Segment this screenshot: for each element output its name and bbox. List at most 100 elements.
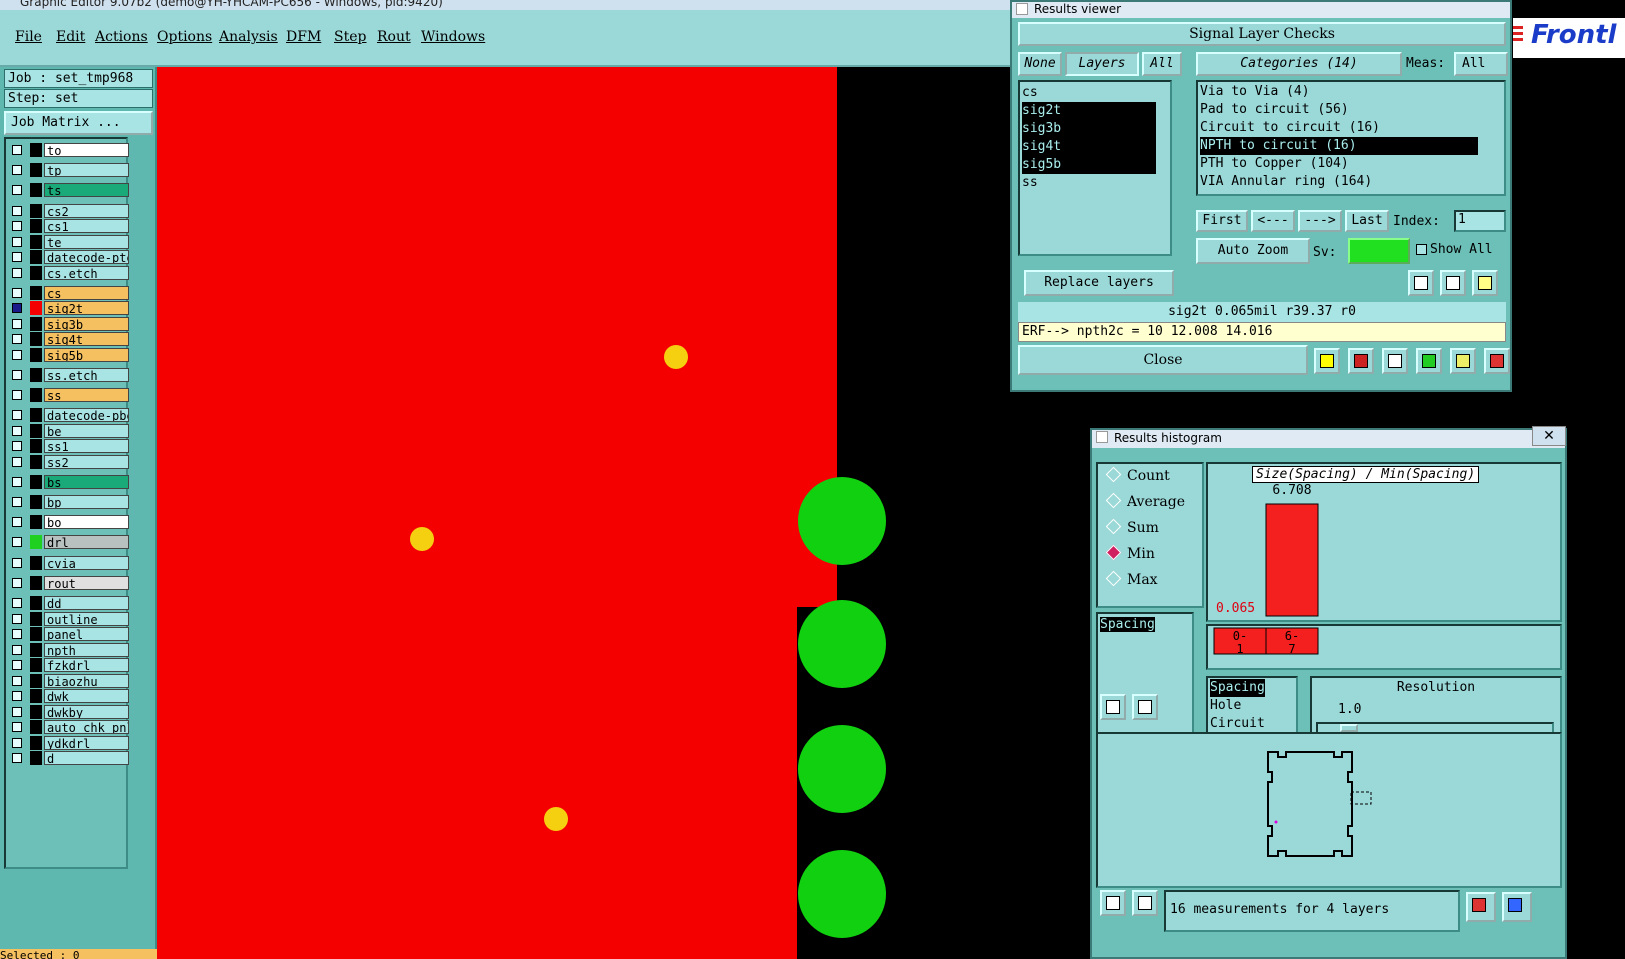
layer-row-be[interactable]: be [10,424,129,438]
menu-step[interactable]: Step [334,29,366,45]
layer-row-tp[interactable]: tp [10,163,129,177]
layer-row-ts[interactable]: ts [10,183,129,197]
layer-color-swatch[interactable] [30,317,42,331]
notes-icon[interactable] [1450,348,1476,374]
type-list-item[interactable]: Spacing [1210,679,1265,697]
board-preview[interactable] [1096,732,1562,888]
layer-checkbox[interactable] [12,660,22,670]
last-button[interactable]: Last [1345,210,1389,232]
layer-checkbox[interactable] [12,237,22,247]
menu-file[interactable]: File [15,29,42,45]
layer-row-dd[interactable]: dd [10,596,129,610]
layer-checkbox[interactable] [12,614,22,624]
type-list-item[interactable]: Hole [1210,697,1294,715]
layer-color-swatch[interactable] [30,535,42,549]
layer-row-biaozhu[interactable]: biaozhu [10,674,129,688]
layer-name[interactable]: sig5b [44,348,129,362]
layer-checkbox[interactable] [12,319,22,329]
layer-list-item[interactable]: cs [1022,84,1168,102]
layer-row-npth[interactable]: npth [10,643,129,657]
layer-name[interactable]: sig3b [44,317,129,331]
layer-checkbox[interactable] [12,537,22,547]
category-list-item[interactable]: Pad to circuit (56) [1200,101,1502,119]
next-button[interactable]: ---> [1298,210,1342,232]
layer-row-sig2t[interactable]: sig2t [10,301,129,315]
layer-row-datecode-pte[interactable]: datecode-pte [10,250,129,264]
layer-row-dwkby[interactable]: dwkby [10,705,129,719]
ref-icon[interactable] [1440,270,1466,296]
menu-options[interactable]: Options [157,29,212,45]
layer-name[interactable]: ts [44,183,129,197]
layer-checkbox[interactable] [12,303,22,313]
zoom-board-icon[interactable] [1502,892,1532,922]
layer-name[interactable]: panel [44,627,129,641]
npth-hole[interactable] [798,600,886,688]
layer-name[interactable]: outline [44,612,129,626]
layer-name[interactable]: dwkby [44,705,129,719]
layer-name[interactable]: cs [44,286,129,300]
layer-checkbox[interactable] [12,598,22,608]
layer-color-swatch[interactable] [30,495,42,509]
via-pad[interactable] [664,345,688,369]
menu-windows[interactable]: Windows [421,29,485,45]
job-matrix-button[interactable]: Job Matrix ... [4,111,153,135]
layer-checkbox[interactable] [12,350,22,360]
layer-color-swatch[interactable] [30,627,42,641]
layer-color-swatch[interactable] [30,183,42,197]
layer-name[interactable]: biaozhu [44,674,129,688]
layer-row-auto_chk_pnl[interactable]: auto_chk_pnl [10,720,129,734]
layer-checkbox[interactable] [12,268,22,278]
layer-checkbox[interactable] [12,707,22,717]
histogram-icon[interactable] [1484,348,1510,374]
layer-checkbox[interactable] [12,334,22,344]
prev-button[interactable]: <--- [1251,210,1295,232]
layer-name[interactable]: cs.etch [44,266,129,280]
ref-icon[interactable] [1132,694,1158,720]
layer-name[interactable]: dd [44,596,129,610]
layer-color-swatch[interactable] [30,424,42,438]
menu-actions[interactable]: Actions [95,29,148,45]
layer-row-cs2[interactable]: cs2 [10,204,129,218]
layer-checkbox[interactable] [12,288,22,298]
layer-color-swatch[interactable] [30,219,42,233]
layer-name[interactable]: cs1 [44,219,129,233]
layer-name[interactable]: fzkdrl [44,658,129,672]
layer-name[interactable]: datecode-pbe [44,408,129,422]
layer-name[interactable]: dwk [44,689,129,703]
layer-color-swatch[interactable] [30,705,42,719]
layer-checkbox[interactable] [12,426,22,436]
layer-name[interactable]: ss [44,388,129,402]
layer-checkbox[interactable] [12,165,22,175]
category-list-item[interactable]: VIA Annular ring (164) [1200,173,1502,191]
layer-checkbox[interactable] [12,477,22,487]
layer-checkbox[interactable] [12,410,22,420]
layer-row-outline[interactable]: outline [10,612,129,626]
close-x-icon[interactable]: ✕ [1532,426,1566,446]
layer-color-swatch[interactable] [30,751,42,765]
none-button[interactable]: None [1018,52,1062,76]
layer-name[interactable]: tp [44,163,129,177]
layer-color-swatch[interactable] [30,388,42,402]
layer-color-swatch[interactable] [30,689,42,703]
layer-checkbox[interactable] [12,252,22,262]
layer-checkbox[interactable] [12,185,22,195]
radio-sum[interactable]: Sum [1105,518,1159,536]
layer-name[interactable]: cvia [44,556,129,570]
layer-checkbox[interactable] [12,722,22,732]
layer-color-swatch[interactable] [30,515,42,529]
menu-rout[interactable]: Rout [377,29,411,45]
auto-zoom-select[interactable]: Auto Zoom [1196,238,1310,264]
layer-checkbox[interactable] [12,676,22,686]
layer-name[interactable]: sig2t [44,301,129,315]
layer-color-swatch[interactable] [30,143,42,157]
type-list-item[interactable]: Circuit [1210,715,1294,733]
layer-row-te[interactable]: te [10,235,129,249]
category-list[interactable]: Via to Via (4) Pad to circuit (56) Circuit… [1196,80,1506,196]
layer-color-swatch[interactable] [30,576,42,590]
layer-checkbox[interactable] [12,206,22,216]
layer-list-item[interactable]: ss [1022,174,1168,192]
layer-color-swatch[interactable] [30,674,42,688]
layer-color-swatch[interactable] [30,301,42,315]
layer-list-item[interactable]: sig3b [1022,120,1157,138]
layer-name[interactable]: to [44,143,129,157]
